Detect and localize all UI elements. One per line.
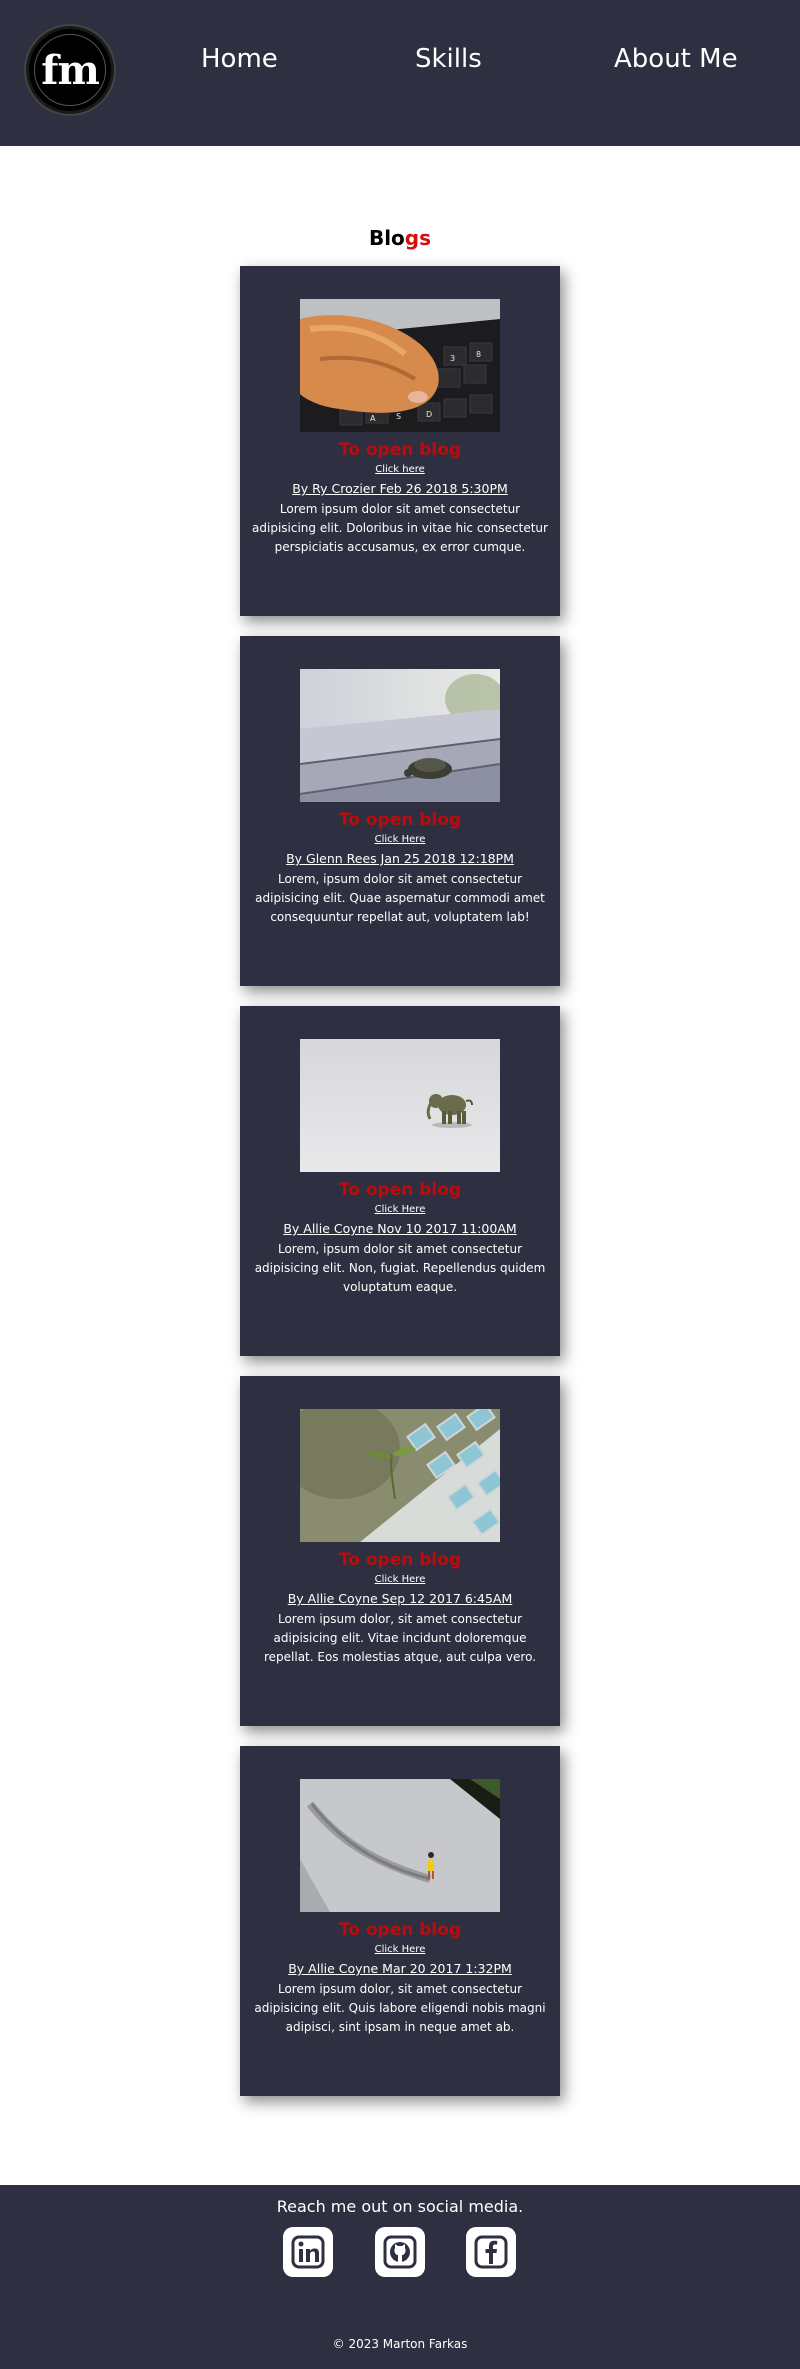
blog-click-link[interactable]: Click Here bbox=[240, 1574, 560, 1585]
blog-heading: To open blog bbox=[338, 1550, 462, 1570]
facebook-icon[interactable] bbox=[466, 2227, 516, 2277]
blog-author[interactable]: By Allie Coyne Nov 10 2017 11:00AM bbox=[240, 1221, 560, 1236]
blog-author[interactable]: By Allie Coyne Sep 12 2017 6:45AM bbox=[240, 1591, 560, 1606]
blog-card: To open blog Click Here By Allie Coyne S… bbox=[240, 1376, 560, 1726]
blog-author-text[interactable]: By Allie Coyne Nov 10 2017 11:00AM bbox=[283, 1221, 516, 1236]
blog-click-text[interactable]: Click Here bbox=[375, 834, 426, 845]
blog-click-link[interactable]: Click here bbox=[240, 464, 560, 475]
blogs-title-accent: gs bbox=[404, 226, 432, 250]
footer-text: Reach me out on social media. bbox=[276, 2197, 524, 2216]
blog-card: A S D 8 3 To open blog Click here By Ry Cro… bbox=[240, 266, 560, 616]
blog-heading: To open blog bbox=[338, 1180, 462, 1200]
blog-card: To open blog Click Here By Glenn Rees Ja… bbox=[240, 636, 560, 986]
blog-card: To open blog Click Here By Allie Coyne N… bbox=[240, 1006, 560, 1356]
blog-click-text[interactable]: Click Here bbox=[375, 1944, 426, 1955]
blog-author-text[interactable]: By Allie Coyne Mar 20 2017 1:32PM bbox=[288, 1961, 512, 1976]
blog-image-turtle bbox=[300, 669, 500, 802]
nav-home[interactable]: Home bbox=[201, 44, 278, 74]
blog-heading: To open blog bbox=[338, 1920, 462, 1940]
blog-card: To open blog Click Here By Allie Coyne M… bbox=[240, 1746, 560, 2096]
nav-about-me[interactable]: About Me bbox=[614, 44, 738, 74]
logo[interactable]: fm bbox=[26, 26, 114, 114]
logo-text: fm bbox=[41, 46, 100, 94]
blog-author[interactable]: By Ry Crozier Feb 26 2018 5:30PM bbox=[240, 481, 560, 496]
blogs-title: Blogs bbox=[0, 226, 800, 250]
blog-author-text[interactable]: By Glenn Rees Jan 25 2018 12:18PM bbox=[286, 851, 514, 866]
blog-excerpt: Lorem ipsum dolor, sit amet consectetur … bbox=[254, 1982, 546, 2034]
svg-text:8: 8 bbox=[476, 350, 481, 359]
blog-author[interactable]: By Allie Coyne Mar 20 2017 1:32PM bbox=[240, 1961, 560, 1976]
svg-text:A: A bbox=[370, 414, 376, 423]
linkedin-icon[interactable] bbox=[283, 2227, 333, 2277]
blog-image-cat-paw: A S D 8 3 bbox=[300, 299, 500, 432]
blog-excerpt: Lorem ipsum dolor, sit amet consectetur … bbox=[263, 1612, 537, 1664]
nav-skills[interactable]: Skills bbox=[415, 44, 482, 74]
blog-click-link[interactable]: Click Here bbox=[240, 1204, 560, 1215]
blogs-title-main: Blo bbox=[368, 226, 405, 250]
blog-excerpt: Lorem, ipsum dolor sit amet consectetur … bbox=[254, 1242, 546, 1294]
blog-author-text[interactable]: By Ry Crozier Feb 26 2018 5:30PM bbox=[292, 481, 508, 496]
blog-heading: To open blog bbox=[338, 810, 462, 830]
blog-heading: To open blog bbox=[338, 440, 462, 460]
blog-click-link[interactable]: Click Here bbox=[240, 1944, 560, 1955]
blog-image-tiny-figure bbox=[300, 1779, 500, 1912]
blog-author-text[interactable]: By Allie Coyne Sep 12 2017 6:45AM bbox=[288, 1591, 513, 1606]
blog-excerpt: Lorem ipsum dolor sit amet consectetur a… bbox=[252, 502, 548, 554]
blog-click-text[interactable]: Click Here bbox=[375, 1204, 426, 1215]
blog-excerpt: Lorem, ipsum dolor sit amet consectetur … bbox=[255, 872, 545, 924]
blog-click-link[interactable]: Click Here bbox=[240, 834, 560, 845]
blog-image-elephant bbox=[300, 1039, 500, 1172]
copyright: © 2023 Marton Farkas bbox=[332, 2337, 468, 2351]
site-header: fm Home Skills About Me bbox=[0, 0, 800, 146]
svg-text:3: 3 bbox=[450, 354, 455, 363]
blog-author[interactable]: By Glenn Rees Jan 25 2018 12:18PM bbox=[240, 851, 560, 866]
github-icon[interactable] bbox=[375, 2227, 425, 2277]
blog-click-text[interactable]: Click Here bbox=[375, 1574, 426, 1585]
blog-image-sprout bbox=[300, 1409, 500, 1542]
svg-text:D: D bbox=[426, 410, 432, 419]
site-footer: Reach me out on social media. © 2023 Mar… bbox=[0, 2185, 800, 2369]
blog-click-text[interactable]: Click here bbox=[375, 464, 425, 475]
svg-text:S: S bbox=[396, 412, 401, 421]
